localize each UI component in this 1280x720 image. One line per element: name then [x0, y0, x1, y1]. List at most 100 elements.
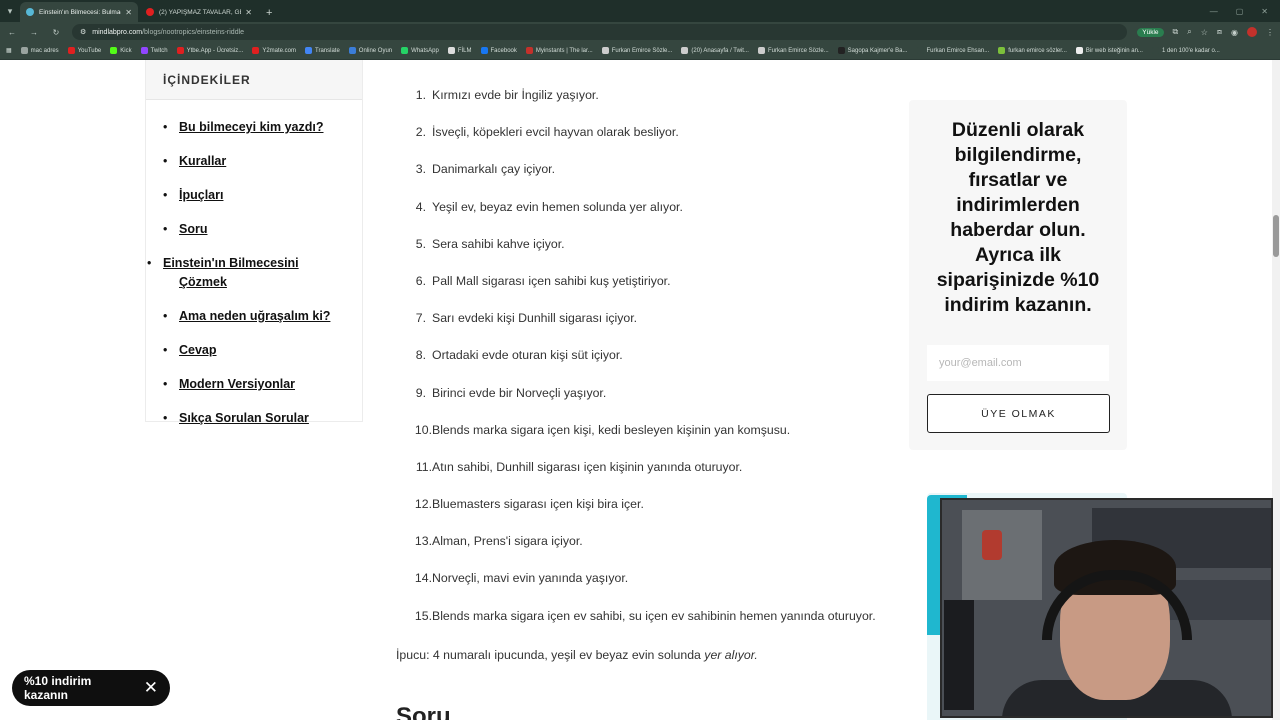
zoom-icon[interactable]: ⌕: [1187, 27, 1191, 37]
toc-link-rules[interactable]: Kurallar: [179, 154, 226, 168]
bookmark-label: (20) Anasayfa / Twit...: [691, 47, 749, 54]
translate-icon[interactable]: ⧉: [1173, 27, 1179, 37]
rule-number: 5.: [415, 236, 426, 251]
bookmark-item[interactable]: Sagopa Kajmer'e Ba...: [837, 47, 908, 54]
minimize-icon[interactable]: —: [1210, 7, 1218, 16]
facebook-icon: [480, 47, 488, 54]
webcam-overlay: [940, 498, 1273, 718]
bookmark-item[interactable]: (20) Anasayfa / Twit...: [681, 47, 749, 54]
new-tab-icon[interactable]: +: [260, 7, 278, 22]
bookmark-label: Furkan Emirce Sözle...: [611, 47, 673, 54]
bookmark-item[interactable]: Furkan Emirce Sözle...: [757, 47, 829, 54]
bookmark-label: WhatsApp: [411, 47, 439, 54]
rule-item: 5. Sera sahibi kahve içiyor.: [396, 237, 876, 274]
toc-list: Bu bilmeceyi kim yazdı? Kurallar İpuçlar…: [146, 100, 362, 428]
page-scrollbar[interactable]: [1272, 60, 1280, 720]
rule-text: Atın sahibi, Dunhill sigarası içen kişin…: [432, 459, 743, 474]
bookmark-item[interactable]: Myinstants | The lar...: [525, 47, 593, 54]
address-bar[interactable]: ⚙ mindlabpro.com/blogs/nootropics/einste…: [72, 24, 1128, 40]
bookmark-item[interactable]: YouTube: [67, 47, 102, 54]
toc-item: Einstein'ın Bilmecesini Çözmek: [147, 254, 345, 292]
bookmark-item[interactable]: Online Oyun: [348, 47, 392, 54]
back-icon[interactable]: ←: [6, 28, 18, 37]
toc-link-author[interactable]: Bu bilmeceyi kim yazdı?: [179, 120, 324, 134]
tab-close-icon[interactable]: ✕: [125, 8, 132, 17]
bookmark-item[interactable]: Facebook: [480, 47, 517, 54]
apps-grid-icon[interactable]: ▦: [6, 47, 12, 54]
email-field[interactable]: [927, 345, 1109, 381]
bookmark-item[interactable]: Translate: [305, 47, 340, 54]
rule-text: Ortadaki evde oturan kişi süt içiyor.: [432, 348, 623, 363]
rule-text: Blends marka sigara içen ev sahibi, su i…: [432, 608, 876, 623]
toc-link-solving[interactable]: Einstein'ın Bilmecesini Çözmek: [163, 256, 299, 289]
close-icon[interactable]: ✕: [144, 678, 158, 698]
bookmark-label: FİLM: [457, 47, 472, 54]
rule-text: Norveçli, mavi evin yanında yaşıyor.: [432, 571, 629, 586]
rule-item: 13. Alman, Prens'i sigara içiyor.: [396, 534, 876, 571]
bookmark-item[interactable]: FİLM: [447, 47, 472, 54]
install-pill[interactable]: Yükle: [1137, 27, 1164, 37]
tab-close-icon[interactable]: ✕: [245, 8, 252, 17]
bookmark-item[interactable]: furkan emirce sözler...: [998, 47, 1067, 54]
bookmark-item[interactable]: Bir web isteğinin an...: [1075, 47, 1143, 54]
extensions-icon[interactable]: ⧈: [1217, 27, 1222, 37]
bookmarks-bar: ▦ mac adres YouTube Kick Twitch Ytbe.App…: [0, 42, 1280, 60]
rule-number: 14.: [414, 571, 432, 586]
scrollbar-thumb[interactable]: [1273, 215, 1279, 257]
bookmark-item[interactable]: Y2mate.com: [252, 47, 296, 54]
reload-icon[interactable]: ↻: [50, 28, 62, 37]
rule-number: 2.: [415, 125, 426, 140]
bookmark-item[interactable]: mac adres: [20, 47, 59, 54]
bookmark-label: YouTube: [77, 47, 102, 54]
rule-text: İsveçli, köpekleri evcil hayvan olarak b…: [432, 125, 679, 140]
bookmark-item[interactable]: Twitch: [140, 47, 168, 54]
bookmark-label: Y2mate.com: [262, 47, 296, 54]
rule-item: 14. Norveçli, mavi evin yanında yaşıyor.: [396, 571, 876, 608]
close-window-icon[interactable]: ✕: [1261, 7, 1268, 16]
menu-icon[interactable]: ⋮: [1266, 28, 1274, 37]
bookmark-item[interactable]: Kick: [110, 47, 132, 54]
toc-item: Modern Versiyonlar: [163, 375, 345, 394]
profile-icon[interactable]: ◉: [1231, 28, 1238, 37]
toc-link-why[interactable]: Ama neden uğraşalım ki?: [179, 309, 330, 323]
bookmark-icon: [348, 47, 356, 54]
bookmark-icon: [1075, 47, 1083, 54]
tab-youtube[interactable]: (2) YAPIŞMAZ TAVALAR, GERÇ... ✕: [140, 2, 258, 22]
toc-link-hints[interactable]: İpuçları: [179, 188, 223, 202]
rule-item: 15. Blends marka sigara içen ev sahibi, s…: [396, 609, 876, 646]
rule-number: 8.: [415, 348, 426, 363]
subscribe-button[interactable]: ÜYE OLMAK: [927, 394, 1110, 433]
bookmark-item[interactable]: 1 den 100'e kadar o...: [1151, 47, 1220, 54]
rule-item: 4. Yeşil ev, beyaz evin hemen solunda yer…: [396, 200, 876, 237]
bookmark-item[interactable]: Furkan Emirce Sözle...: [601, 47, 673, 54]
toc-link-question[interactable]: Soru: [179, 222, 207, 236]
tab-search-icon[interactable]: ▾: [0, 0, 20, 22]
section-heading-question: Soru: [396, 703, 451, 720]
hint-emphasis: yer alıyor.: [704, 648, 758, 662]
rule-item: 9. Birinci evde bir Norveçli yaşıyor.: [396, 386, 876, 423]
toc-link-modern[interactable]: Modern Versiyonlar: [179, 377, 295, 391]
site-info-icon[interactable]: ⚙: [80, 28, 86, 36]
discount-popup-pill[interactable]: %10 indirim kazanın ✕: [12, 670, 170, 706]
bookmark-item[interactable]: Furkan Emirce Ehsan...: [916, 47, 989, 54]
bookmark-star-icon[interactable]: ☆: [1201, 28, 1208, 37]
rule-item: 6. Pall Mall sigarası içen sahibi kuş yet…: [396, 274, 876, 311]
bookmark-item[interactable]: WhatsApp: [401, 47, 439, 54]
window-controls: — ▢ ✕: [1198, 7, 1280, 22]
maximize-icon[interactable]: ▢: [1236, 7, 1244, 16]
bookmark-icon: [525, 47, 533, 54]
rule-number: 7.: [415, 311, 426, 326]
toc-link-faq[interactable]: Sıkça Sorulan Sorular: [179, 411, 309, 425]
bookmark-icon: [837, 47, 845, 54]
forward-icon[interactable]: →: [28, 28, 40, 37]
rule-text: Yeşil ev, beyaz evin hemen solunda yer a…: [432, 199, 683, 214]
bookmark-item[interactable]: Ytbe.App - Ücretsiz...: [176, 47, 243, 54]
tab-active[interactable]: Einstein'ın Bilmecesi: Bulmaca... ✕: [20, 2, 138, 22]
discount-pill-label: %10 indirim kazanın: [24, 674, 92, 702]
rule-number: 15.: [414, 608, 432, 623]
toc-link-answer[interactable]: Cevap: [179, 343, 217, 357]
rule-text: Sera sahibi kahve içiyor.: [432, 236, 565, 251]
translate-bm-icon: [305, 47, 312, 54]
avatar[interactable]: [1247, 27, 1257, 37]
x-icon: [681, 47, 689, 54]
